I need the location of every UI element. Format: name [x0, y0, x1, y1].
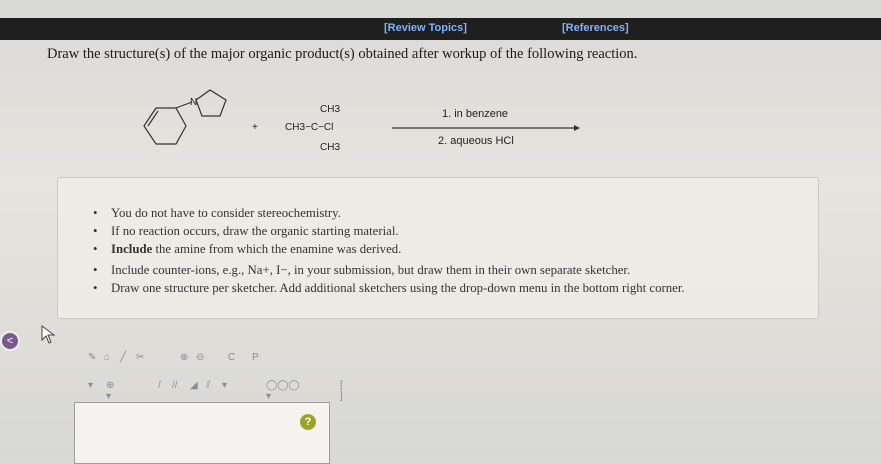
help-button[interactable]: ?: [300, 414, 316, 430]
ring-tools-icon[interactable]: ◯◯◯ ▾: [266, 380, 300, 402]
reaction-drawing: N + CH3 CH3−C−Cl CH3: [143, 89, 580, 153]
single-bond-icon[interactable]: /: [158, 380, 161, 391]
back-button[interactable]: <: [0, 331, 20, 351]
pyrrolidine-ring: [195, 89, 227, 117]
references-link[interactable]: [References]: [562, 22, 629, 34]
wedge-bond-icon[interactable]: ◢: [190, 380, 198, 391]
instruction-item: Include the amine from which the enamine…: [93, 240, 685, 258]
instruction-item: Include counter-ions, e.g., Na+, I−, in …: [93, 261, 685, 279]
bond-tool-icon[interactable]: ⌂: [104, 352, 110, 363]
methyl-top-label: CH3: [320, 104, 340, 115]
methyl-bottom-label: CH3: [320, 142, 340, 153]
sketcher-canvas[interactable]: [74, 402, 330, 464]
tert-butyl-chloride-label: CH3−C−Cl: [285, 122, 333, 133]
zoom-out-icon[interactable]: ⊖: [196, 352, 204, 363]
lasso-icon[interactable]: ✂: [136, 352, 144, 363]
periodic-table-tool[interactable]: P: [252, 352, 259, 363]
instruction-item: If no reaction occurs, draw the organic …: [93, 222, 685, 240]
mouse-cursor-icon: [41, 325, 56, 344]
cyclohexene-ring: [143, 107, 187, 145]
plus-charge-icon[interactable]: ⊕ ▾: [106, 380, 114, 402]
nitrogen-atom-label: N: [190, 97, 197, 108]
bond-dropdown-icon[interactable]: ▾: [222, 380, 227, 391]
review-topics-link[interactable]: [Review Topics]: [384, 22, 467, 34]
instruction-text: the amine from which the enamine was der…: [155, 242, 402, 256]
condition-step-2: 2. aqueous HCl: [438, 135, 514, 147]
eraser-icon[interactable]: ✎: [88, 352, 96, 363]
plus-sign: +: [252, 122, 258, 133]
bracket-tool-icon[interactable]: [ ]: [340, 380, 343, 402]
instruction-item: Draw one structure per sketcher. Add add…: [93, 279, 685, 297]
instructions-box: You do not have to consider stereochemis…: [57, 177, 819, 319]
instructions-list: You do not have to consider stereochemis…: [93, 204, 685, 297]
double-bond-icon[interactable]: //: [172, 380, 178, 391]
hash-bond-icon[interactable]: ⫽: [206, 380, 210, 391]
condition-step-1: 1. in benzene: [442, 108, 509, 120]
instruction-emphasis: Include: [111, 242, 153, 256]
question-text: Draw the structure(s) of the major organ…: [47, 46, 638, 62]
zoom-in-icon[interactable]: ⊕: [180, 352, 188, 363]
carbon-atom-tool[interactable]: C: [228, 352, 235, 363]
charge-dropdown-icon[interactable]: ▾: [88, 380, 93, 391]
reaction-scheme: N + CH3 CH3−C−Cl CH3 1. in benzene 2. aq…: [130, 78, 590, 158]
instruction-item: You do not have to consider stereochemis…: [93, 204, 685, 222]
pencil-icon[interactable]: ╱: [120, 352, 126, 363]
top-navigation-bar: [Review Topics] [References]: [0, 18, 881, 40]
reaction-arrowhead: [574, 125, 580, 131]
